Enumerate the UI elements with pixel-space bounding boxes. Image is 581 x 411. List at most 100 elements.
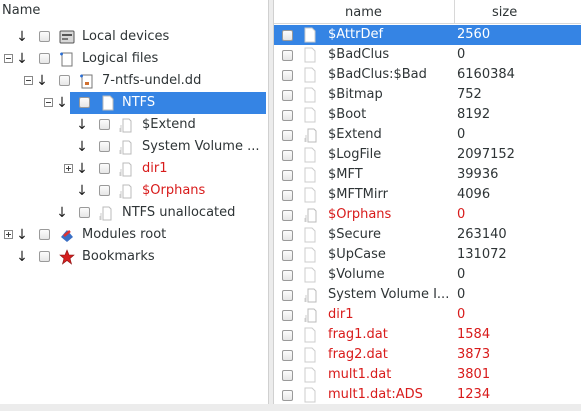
table-row[interactable]: dir1 0	[274, 305, 581, 325]
file-icon	[119, 117, 133, 133]
tree-item-modules-root[interactable]: ↓ Modules root	[0, 224, 268, 246]
checkbox[interactable]	[282, 190, 293, 201]
tree-item-ntfs[interactable]: ↓ NTFS	[0, 92, 268, 114]
table-row[interactable]: $Volume 0	[274, 265, 581, 285]
checkbox[interactable]	[282, 130, 293, 141]
column-header-size[interactable]: size	[454, 0, 581, 24]
checkbox[interactable]	[282, 350, 293, 361]
checkbox[interactable]	[39, 229, 50, 240]
tree-item-ntfs-unallocated[interactable]: ↓ NTFS unallocated	[0, 202, 268, 224]
tree-item-extend[interactable]: ↓ $Extend	[0, 114, 268, 136]
tree-item-logical-files[interactable]: ↓ Logical files	[0, 48, 268, 70]
table-row[interactable]: $BadClus 0	[274, 45, 581, 65]
arrow-down-icon[interactable]: ↓	[16, 224, 28, 246]
table-row[interactable]: mult1.dat 3801	[274, 365, 581, 385]
expand-icon[interactable]	[64, 164, 73, 173]
checkbox[interactable]	[282, 250, 293, 261]
table-row[interactable]: System Volume I... 0	[274, 285, 581, 305]
arrow-down-icon[interactable]: ↓	[56, 202, 68, 224]
checkbox[interactable]	[59, 75, 70, 86]
expand-icon[interactable]	[4, 230, 13, 239]
tree-item-image-file[interactable]: ↓ 7-ntfs-undel.dd	[0, 70, 268, 92]
files-icon	[59, 51, 73, 67]
tree-item-label: $Extend	[142, 117, 196, 132]
arrow-down-icon[interactable]: ↓	[16, 26, 28, 48]
checkbox[interactable]	[282, 290, 293, 301]
table-row[interactable]: $MFTMirr 4096	[274, 185, 581, 205]
file-icon	[101, 95, 115, 111]
checkbox[interactable]	[99, 163, 110, 174]
checkbox[interactable]	[282, 90, 293, 101]
checkbox[interactable]	[282, 370, 293, 381]
table-row[interactable]: $BadClus:$Bad 6160384	[274, 65, 581, 85]
arrow-down-icon[interactable]: ↓	[16, 246, 28, 268]
arrow-down-icon[interactable]: ↓	[56, 92, 68, 114]
checkbox[interactable]	[282, 70, 293, 81]
tree-item-system-volume[interactable]: ↓ System Volume ...	[0, 136, 268, 158]
table-row[interactable]: frag2.dat 3873	[274, 345, 581, 365]
table-row[interactable]: $AttrDef 2560	[274, 25, 581, 45]
arrow-down-icon[interactable]: ↓	[76, 114, 88, 136]
table-row[interactable]: $MFT 39936	[274, 165, 581, 185]
arrow-down-icon[interactable]: ↓	[16, 48, 28, 70]
checkbox[interactable]	[282, 230, 293, 241]
checkbox[interactable]	[39, 251, 50, 262]
folder-icon	[304, 207, 317, 223]
cell-name: $Volume	[328, 267, 385, 282]
checkbox[interactable]	[282, 30, 293, 41]
table-row[interactable]: frag1.dat 1584	[274, 325, 581, 345]
cell-size: 2097152	[457, 147, 515, 162]
arrow-down-icon[interactable]: ↓	[76, 136, 88, 158]
table-row[interactable]: $Bitmap 752	[274, 85, 581, 105]
arrow-down-icon[interactable]: ↓	[76, 180, 88, 202]
checkbox[interactable]	[282, 390, 293, 401]
checkbox[interactable]	[99, 119, 110, 130]
file-table: name size $AttrDef 2560 $BadClus 0 $BadClus:…	[274, 0, 581, 411]
checkbox[interactable]	[282, 50, 293, 61]
file-icon	[304, 67, 316, 83]
column-header-name[interactable]: name	[274, 0, 454, 24]
tree-item-orphans[interactable]: ↓ $Orphans	[0, 180, 268, 202]
checkbox[interactable]	[282, 210, 293, 221]
cell-size: 0	[457, 267, 466, 282]
checkbox[interactable]	[282, 310, 293, 321]
checkbox[interactable]	[282, 150, 293, 161]
collapse-icon[interactable]	[44, 98, 53, 107]
checkbox[interactable]	[39, 31, 50, 42]
file-icon	[304, 327, 316, 343]
checkbox[interactable]	[282, 170, 293, 181]
table-row[interactable]: $Secure 263140	[274, 225, 581, 245]
cell-name: mult1.dat	[328, 367, 392, 382]
cell-size: 3873	[457, 347, 491, 362]
table-row[interactable]: $Orphans 0	[274, 205, 581, 225]
checkbox[interactable]	[282, 330, 293, 341]
checkbox[interactable]	[79, 97, 90, 108]
arrow-down-icon[interactable]: ↓	[36, 70, 48, 92]
checkbox[interactable]	[282, 110, 293, 121]
cell-name: frag1.dat	[328, 327, 388, 342]
arrow-down-icon[interactable]: ↓	[76, 158, 88, 180]
tree-item-bookmarks[interactable]: ↓ Bookmarks	[0, 246, 268, 268]
file-icon	[99, 205, 113, 221]
collapse-icon[interactable]	[24, 76, 33, 85]
checkbox[interactable]	[99, 185, 110, 196]
cell-name: $LogFile	[328, 147, 382, 162]
tree-item-label: 7-ntfs-undel.dd	[102, 73, 202, 88]
modules-icon	[59, 227, 73, 243]
tree-item-local-devices[interactable]: ↓ Local devices	[0, 26, 268, 48]
checkbox[interactable]	[39, 53, 50, 64]
cell-name: $Bitmap	[328, 87, 383, 102]
table-row[interactable]: $Extend 0	[274, 125, 581, 145]
table-row[interactable]: $UpCase 131072	[274, 245, 581, 265]
table-row[interactable]: mult1.dat:ADS 1234	[274, 385, 581, 405]
tree-header[interactable]: Name	[0, 0, 268, 22]
table-row[interactable]: $LogFile 2097152	[274, 145, 581, 165]
collapse-icon[interactable]	[4, 54, 13, 63]
checkbox[interactable]	[99, 141, 110, 152]
table-row[interactable]: $Boot 8192	[274, 105, 581, 125]
cell-name: $MFTMirr	[328, 187, 388, 202]
tree-item-dir1[interactable]: ↓ dir1	[0, 158, 268, 180]
checkbox[interactable]	[79, 207, 90, 218]
checkbox[interactable]	[282, 270, 293, 281]
cell-name: $MFT	[328, 167, 363, 182]
